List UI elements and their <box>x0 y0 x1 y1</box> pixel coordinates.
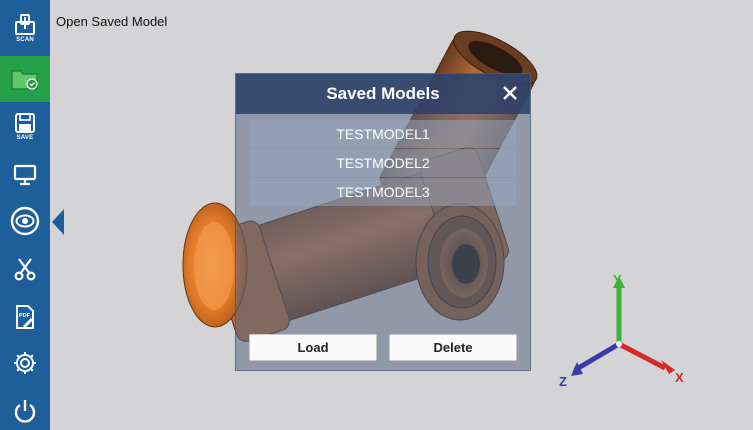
pdf-report-button[interactable]: PDF <box>0 294 50 340</box>
monitor-icon <box>13 164 37 186</box>
page-title: Open Saved Model <box>56 14 168 29</box>
x-axis-label: X <box>675 370 684 385</box>
axis-gizmo: Y X Z <box>559 272 684 389</box>
dialog-header: Saved Models <box>236 74 530 114</box>
settings-button[interactable] <box>0 340 50 386</box>
sidebar: SCAN SAVE PDF <box>0 0 50 430</box>
x-axis-line <box>617 341 667 371</box>
scan-label: SCAN <box>16 37 34 43</box>
model-list-item[interactable]: TESTMODEL1 <box>250 120 516 148</box>
saved-models-dialog: Saved Models TESTMODEL1 TESTMODEL2 TESTM… <box>235 73 531 371</box>
model-list-item[interactable]: TESTMODEL2 <box>250 149 516 177</box>
z-axis-label: Z <box>559 374 567 389</box>
close-icon <box>503 86 517 100</box>
save-icon <box>15 113 35 133</box>
power-button[interactable] <box>0 388 50 430</box>
open-model-button[interactable] <box>0 56 50 102</box>
pdf-edit-icon: PDF <box>16 305 34 329</box>
axis-origin <box>616 341 622 347</box>
view-button[interactable] <box>0 198 50 244</box>
eye-icon <box>10 206 40 236</box>
scissors-icon <box>14 258 36 281</box>
model-list-item[interactable]: TESTMODEL3 <box>250 178 516 206</box>
delete-button[interactable]: Delete <box>389 334 517 361</box>
cut-button[interactable] <box>0 246 50 292</box>
display-button[interactable] <box>0 152 50 198</box>
y-axis-label: Y <box>613 272 622 287</box>
scan-icon <box>15 14 35 35</box>
load-button[interactable]: Load <box>249 334 377 361</box>
power-icon <box>14 400 36 423</box>
active-menu-pointer <box>52 209 64 235</box>
folder-open-icon <box>11 70 38 90</box>
saved-models-list: TESTMODEL1 TESTMODEL2 TESTMODEL3 <box>250 120 516 207</box>
z-axis-line <box>573 341 621 373</box>
dialog-title: Saved Models <box>326 84 440 103</box>
scan-button[interactable]: SCAN <box>0 6 50 52</box>
pdf-label: PDF <box>19 313 31 319</box>
close-button[interactable] <box>500 83 520 103</box>
save-label: SAVE <box>16 135 34 141</box>
gear-icon <box>14 352 36 374</box>
save-button[interactable]: SAVE <box>0 104 50 150</box>
